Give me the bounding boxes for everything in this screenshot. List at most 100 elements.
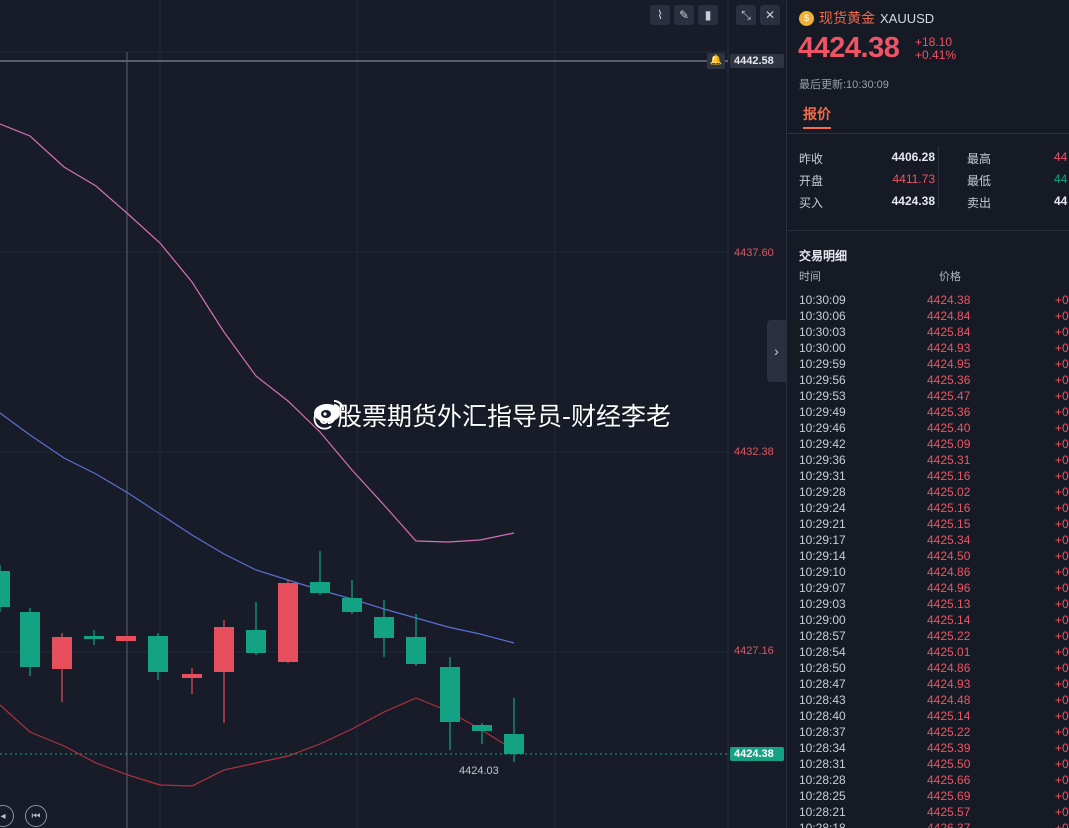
trade-change: +0	[1055, 757, 1069, 771]
trade-price: 4424.96	[927, 581, 971, 595]
price-chart[interactable]: ⌇ ✎ ▮ ⤡ ✕ 🔔 4442.58 4437.60 4432.38 4427…	[0, 0, 786, 828]
last-price: 4424.38	[798, 32, 900, 64]
trade-row: 10:28:28 4425.66 +0	[799, 772, 1069, 788]
candle-body	[0, 571, 10, 607]
trade-change: +0	[1055, 693, 1069, 707]
candle-body	[406, 637, 426, 664]
trade-price: 4424.95	[927, 357, 971, 371]
quote-row: 买入 4424.38 卖出 44	[799, 194, 1067, 211]
trade-time: 10:28:34	[799, 741, 846, 755]
trade-change: +0	[1055, 405, 1069, 419]
tab-quote[interactable]: 报价	[803, 104, 831, 124]
trade-row: 10:30:09 4424.38 +0	[799, 292, 1069, 308]
trade-time: 10:29:21	[799, 517, 846, 531]
trade-change: +0	[1055, 533, 1069, 547]
trade-time: 10:29:36	[799, 453, 846, 467]
trade-price: 4425.13	[927, 597, 971, 611]
trade-time: 10:29:49	[799, 405, 846, 419]
trade-row: 10:28:47 4424.93 +0	[799, 676, 1069, 692]
trade-row: 10:28:43 4424.48 +0	[799, 692, 1069, 708]
bell-icon[interactable]: 🔔	[707, 53, 725, 69]
trade-row: 10:28:40 4425.14 +0	[799, 708, 1069, 724]
trade-price: 4425.40	[927, 421, 971, 435]
trade-price: 4425.57	[927, 805, 971, 819]
axis-label: 4437.60	[734, 247, 774, 259]
quote-row: 昨收 4406.28 最高 44	[799, 150, 1067, 167]
trade-time: 10:28:28	[799, 773, 846, 787]
trade-change: +0	[1055, 597, 1069, 611]
trade-time: 10:30:00	[799, 341, 846, 355]
trade-time: 10:29:53	[799, 389, 846, 403]
candles-icon[interactable]: ▮	[698, 5, 718, 25]
candle-body	[504, 734, 524, 754]
skip-back-button[interactable]: ⏮	[25, 805, 47, 827]
trade-row: 10:29:53 4425.47 +0	[799, 388, 1069, 404]
watermark-text: @股票期货外汇指导员-财经李老	[312, 402, 672, 431]
trade-change: +0	[1055, 821, 1069, 828]
trade-row: 10:29:31 4425.16 +0	[799, 468, 1069, 484]
trade-time: 10:28:57	[799, 629, 846, 643]
candle-body	[20, 612, 40, 667]
trade-price: 4425.22	[927, 629, 971, 643]
col-header-price: 价格	[939, 271, 961, 283]
trade-time: 10:29:03	[799, 597, 846, 611]
trade-row: 10:29:28 4425.02 +0	[799, 484, 1069, 500]
trade-row: 10:29:14 4424.50 +0	[799, 548, 1069, 564]
trade-price: 4424.48	[927, 693, 971, 707]
chevron-right-icon[interactable]: ›	[767, 320, 786, 382]
trade-change: +0	[1055, 341, 1069, 355]
trade-row: 10:29:59 4424.95 +0	[799, 356, 1069, 372]
pen-icon[interactable]: ✎	[674, 5, 694, 25]
trade-price: 4424.84	[927, 309, 971, 323]
trade-change: +0	[1055, 421, 1069, 435]
shrink-icon[interactable]: ⤡	[736, 5, 756, 25]
trade-price: 4425.02	[927, 485, 971, 499]
trade-time: 10:29:07	[799, 581, 846, 595]
col-header-time: 时间	[799, 271, 821, 283]
quote-row: 开盘 4411.73 最低 44	[799, 172, 1067, 189]
trade-time: 10:28:25	[799, 789, 846, 803]
trade-row: 10:29:42 4425.09 +0	[799, 436, 1069, 452]
trade-change: +0	[1055, 613, 1069, 627]
trade-change: +0	[1055, 357, 1069, 371]
candle-body	[116, 636, 136, 641]
trade-time: 10:29:46	[799, 421, 846, 435]
line-chart-icon[interactable]: ⌇	[650, 5, 670, 25]
trade-row: 10:29:56 4425.36 +0	[799, 372, 1069, 388]
trade-change: +0	[1055, 629, 1069, 643]
weibo-icon	[314, 400, 344, 422]
trade-price: 4425.14	[927, 709, 971, 723]
trade-change: +0	[1055, 517, 1069, 531]
quote-label: 卖出	[967, 196, 992, 210]
trade-price: 4424.93	[927, 341, 971, 355]
ma-line-blue	[0, 412, 515, 644]
trade-price: 4425.36	[927, 373, 971, 387]
trade-time: 10:29:31	[799, 469, 846, 483]
trade-change: +0	[1055, 469, 1069, 483]
trade-change: +0	[1055, 485, 1069, 499]
symbol-name: 现货黄金	[819, 10, 875, 26]
candle-body	[440, 667, 460, 722]
gold-icon: $	[799, 10, 814, 26]
trade-row: 10:28:50 4424.86 +0	[799, 660, 1069, 676]
candle-body	[310, 582, 330, 593]
quote-label: 开盘	[799, 174, 824, 188]
trade-price: 4426.37	[927, 821, 971, 828]
divider	[938, 146, 939, 208]
trade-price: 4425.34	[927, 533, 971, 547]
trade-time: 10:29:28	[799, 485, 846, 499]
close-icon[interactable]: ✕	[760, 5, 780, 25]
candle-body	[278, 583, 298, 662]
quote-label: 最高	[967, 152, 992, 166]
trade-change: +0	[1055, 677, 1069, 691]
trade-change: +0	[1055, 581, 1069, 595]
trade-row: 10:29:46 4425.40 +0	[799, 420, 1069, 436]
trade-price: 4425.22	[927, 725, 971, 739]
current-price-tag: 4424.38	[730, 747, 784, 761]
axis-label: 4427.16	[734, 645, 774, 657]
trade-change: +0	[1055, 565, 1069, 579]
trade-time: 10:29:42	[799, 437, 846, 451]
trade-price: 4425.66	[927, 773, 971, 787]
trade-row: 10:28:34 4425.39 +0	[799, 740, 1069, 756]
low-price-label: 4424.03	[459, 765, 499, 777]
